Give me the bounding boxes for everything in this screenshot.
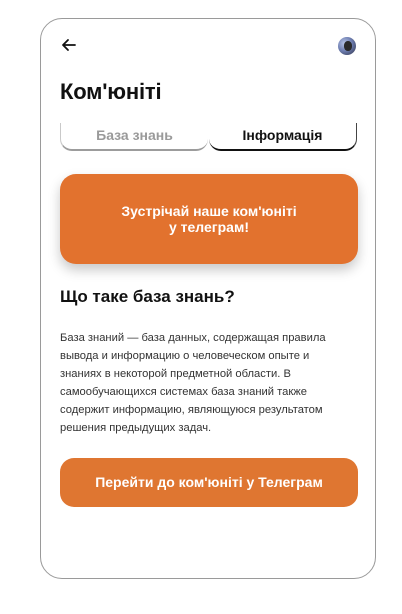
description-line: знаниях в некоторой предметной области. … [60, 368, 291, 380]
description-line: содержит информацию, являющуюся результа… [60, 404, 323, 416]
description-line: решения предыдущих задач. [60, 422, 212, 434]
section-title: Що таке база знань? [60, 287, 235, 306]
telegram-promo-banner[interactable]: Зустрічай наше ком'юніті у телеграм! [60, 174, 358, 264]
app-screen: Ком'юніті База знань Інформація Зустріча… [40, 18, 376, 579]
promo-line-2: у телеграм! [168, 219, 249, 235]
description-line: вывода и информацию о человеческом опыте… [60, 350, 310, 362]
avatar[interactable] [338, 37, 356, 55]
top-bar [41, 19, 375, 71]
page-title: Ком'юніті [60, 79, 162, 104]
tab-knowledge-base[interactable]: База знань [60, 123, 208, 151]
go-to-telegram-button[interactable]: Перейти до ком'юніті у Телеграм [60, 458, 358, 507]
back-arrow-icon[interactable] [61, 37, 77, 53]
description-line: самообучающихся системах база знаний так… [60, 386, 307, 398]
description-line: База знаний — база данных, содержащая пр… [60, 332, 326, 344]
tab-bar: База знань Інформація [60, 123, 358, 153]
tab-information[interactable]: Інформація [209, 123, 357, 151]
promo-line-1: Зустрічай наше ком'юніті [121, 203, 297, 219]
section-description: База знаний — база данных, содержащая пр… [60, 329, 358, 437]
avatar-silhouette-icon [344, 41, 352, 51]
